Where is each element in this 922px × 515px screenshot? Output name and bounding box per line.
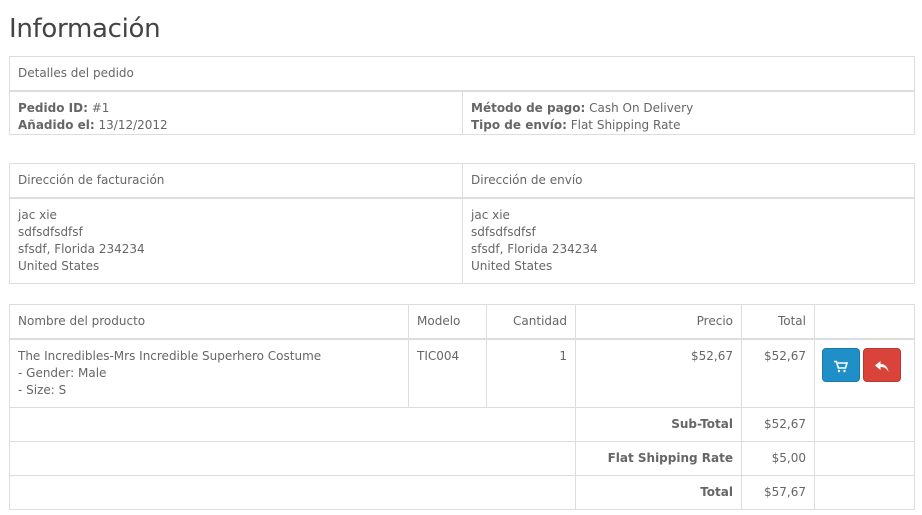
shipping-address-line: sfsdf, Florida 234234 (471, 242, 598, 256)
shipping-rate-label: Flat Shipping Rate (607, 451, 733, 465)
shipping-address-line: United States (471, 259, 553, 273)
product-price: $52,67 (575, 338, 742, 408)
table-row: The Incredibles-Mrs Incredible Superhero… (9, 338, 915, 408)
order-id-value: #1 (91, 101, 110, 115)
product-name: The Incredibles-Mrs Incredible Superhero… (18, 349, 322, 363)
grand-total-value: $57,67 (741, 475, 815, 510)
shipping-address-line: jac xie (471, 208, 510, 222)
billing-address-line: United States (18, 259, 100, 273)
table-row: Total $57,67 (9, 475, 915, 510)
totals-spacer (9, 441, 576, 476)
reorder-button[interactable] (822, 348, 860, 382)
product-option: - Gender: Male (18, 366, 107, 380)
product-option: - Size: S (18, 383, 67, 397)
shipping-method-label: Tipo de envío: (471, 118, 567, 132)
payment-info-cell: Método de pago: Cash On Delivery Tipo de… (461, 90, 916, 135)
order-details-header: Detalles del pedido (8, 56, 916, 92)
order-info-cell: Pedido ID: #1 Añadido el: 13/12/2012 (9, 90, 463, 135)
payment-method-value: Cash On Delivery (589, 101, 694, 115)
column-header-model: Modelo (408, 304, 487, 340)
billing-address-line: sfsdf, Florida 234234 (18, 242, 145, 256)
addresses-table: Dirección de facturación Dirección de en… (9, 163, 915, 284)
cart-icon (834, 360, 849, 373)
shipping-rate-value: $5,00 (741, 441, 815, 476)
date-added-label: Añadido el: (18, 118, 95, 132)
product-total: $52,67 (741, 338, 815, 408)
product-name-cell: The Incredibles-Mrs Incredible Superhero… (9, 338, 409, 408)
product-actions (814, 338, 915, 408)
totals-spacer (9, 475, 576, 510)
return-button[interactable] (863, 348, 901, 382)
shipping-address-line: sdfsdfsdfsf (471, 225, 536, 239)
column-header-total: Total (741, 304, 815, 340)
table-row: Sub-Total $52,67 (9, 407, 915, 442)
product-model: TIC004 (408, 338, 487, 408)
grand-total-label: Total (700, 485, 733, 499)
table-row: Flat Shipping Rate $5,00 (9, 441, 915, 476)
billing-address: jac xie sdfsdfsdfsf sfsdf, Florida 23423… (9, 197, 463, 284)
column-header-product-name: Nombre del producto (9, 304, 409, 340)
order-id-label: Pedido ID: (18, 101, 88, 115)
column-header-price: Precio (575, 304, 742, 340)
payment-method-label: Método de pago: (471, 101, 586, 115)
column-header-actions (814, 304, 915, 340)
page-title: Información (9, 14, 161, 44)
order-details-table: Detalles del pedido Pedido ID: #1 Añadid… (8, 56, 916, 135)
billing-address-header: Dirección de facturación (9, 163, 463, 199)
subtotal-value: $52,67 (741, 407, 815, 442)
date-added-value: 13/12/2012 (98, 118, 168, 132)
products-table: Nombre del producto Modelo Cantidad Prec… (9, 304, 915, 510)
shipping-method-value: Flat Shipping Rate (570, 118, 681, 132)
subtotal-label: Sub-Total (671, 417, 733, 431)
billing-address-line: sdfsdfsdfsf (18, 225, 83, 239)
billing-address-line: jac xie (18, 208, 57, 222)
reply-icon (875, 360, 889, 372)
product-quantity: 1 (486, 338, 576, 408)
column-header-quantity: Cantidad (486, 304, 576, 340)
shipping-address-header: Dirección de envío (462, 163, 915, 199)
totals-spacer (9, 407, 576, 442)
shipping-address: jac xie sdfsdfsdfsf sfsdf, Florida 23423… (462, 197, 915, 284)
